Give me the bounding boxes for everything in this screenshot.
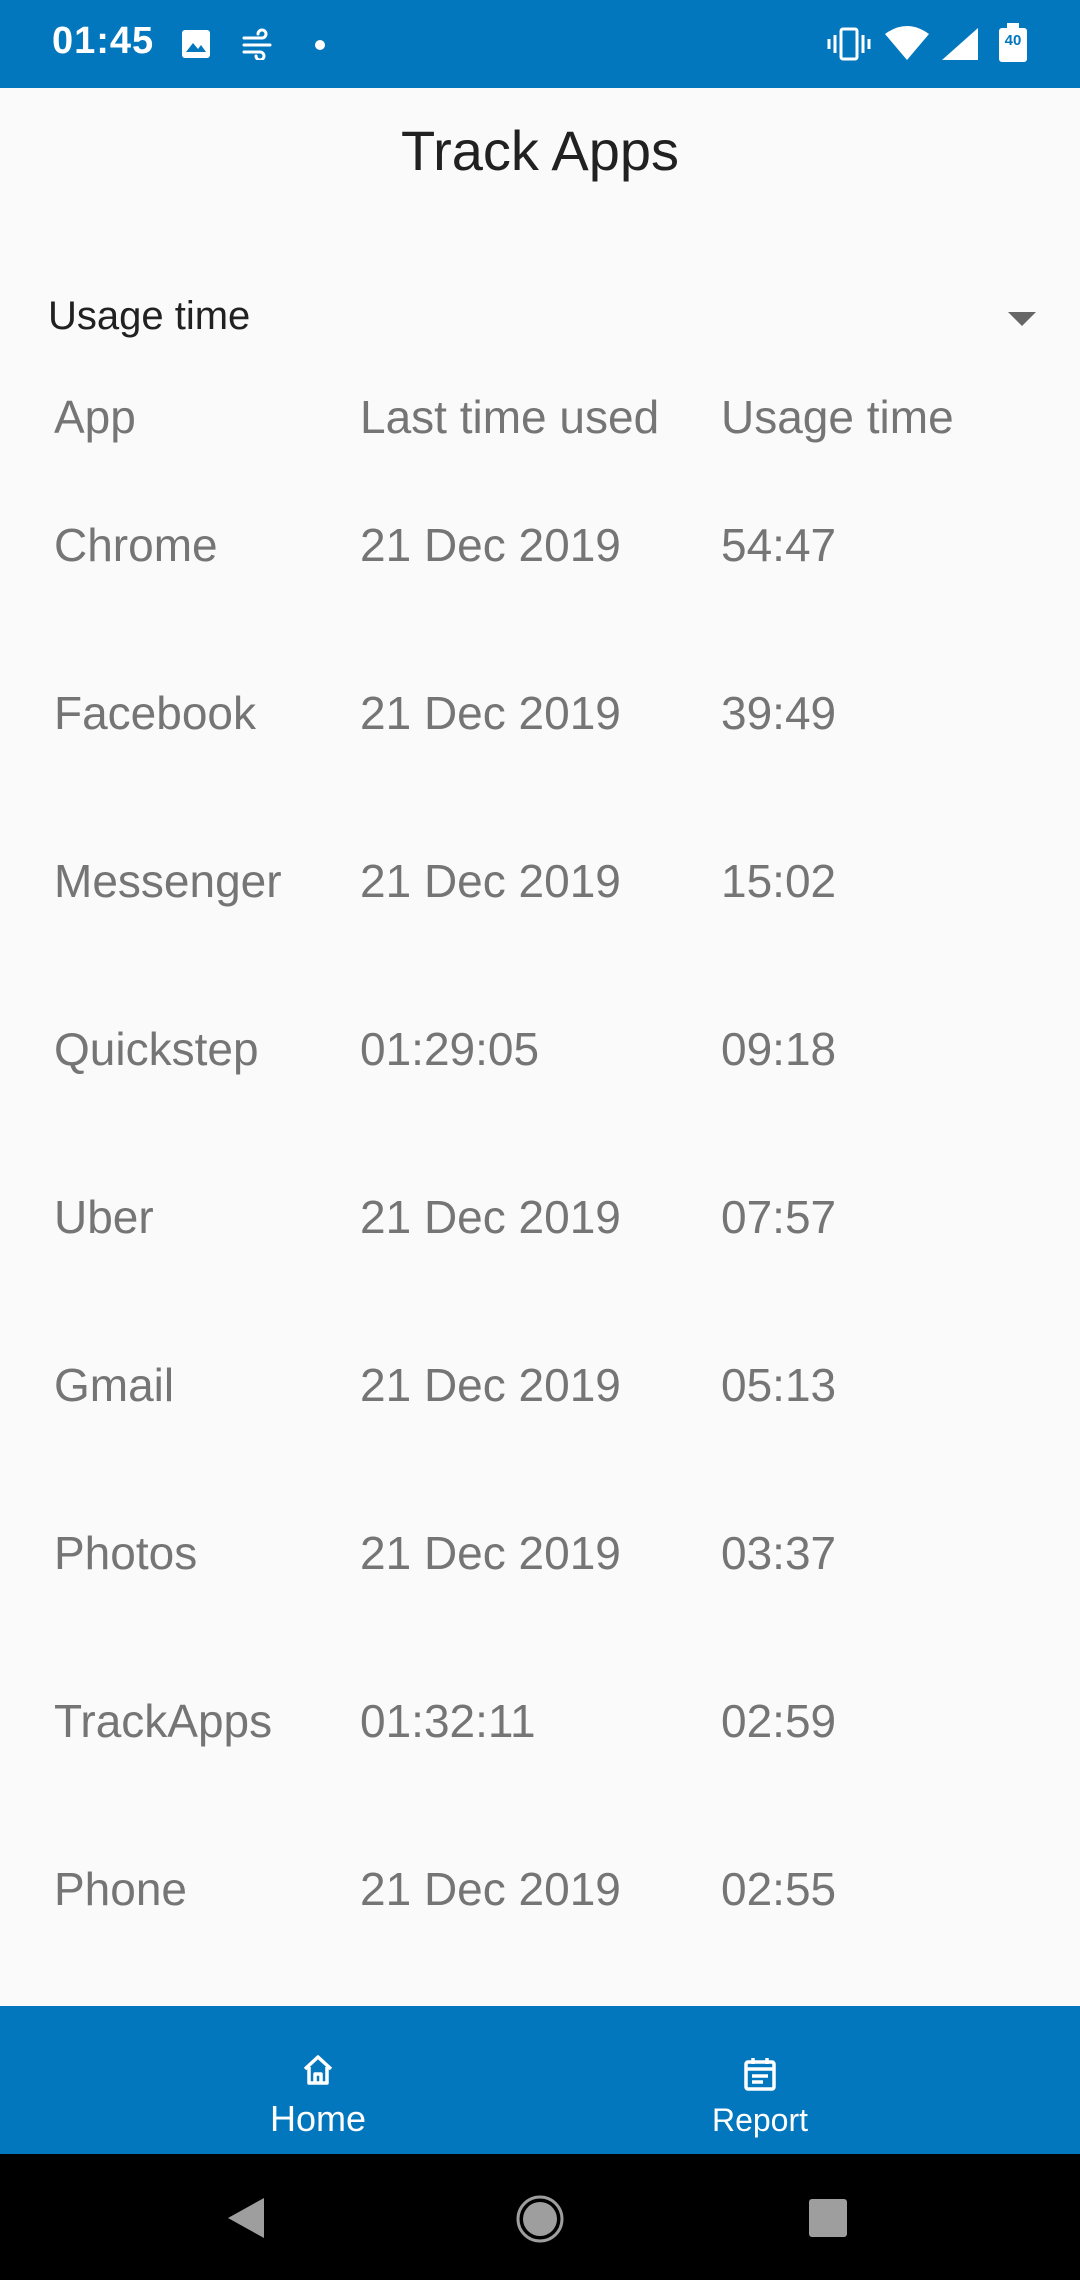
table-header: App Last time used Usage time [0,390,1080,450]
calendar-icon [742,2056,778,2092]
dot-icon [314,38,326,56]
last-used: 21 Dec 2019 [360,1359,621,1411]
home-button-icon[interactable] [515,2194,565,2249]
table-row[interactable]: Photos 21 Dec 2019 03:37 [0,1526,1080,1606]
table-row[interactable]: Messenger 21 Dec 2019 15:02 [0,854,1080,934]
table-row[interactable]: Quickstep 01:29:05 09:18 [0,1022,1080,1102]
column-header-last-used: Last time used [360,391,660,443]
bottom-navigation: Home Report [0,2006,1080,2154]
usage-time: 02:59 [721,1695,837,1747]
status-time: 01:45 [52,20,155,62]
last-used: 21 Dec 2019 [360,519,621,571]
nav-label-report: Report [711,2102,809,2138]
last-used: 21 Dec 2019 [360,1863,621,1915]
usage-time: 54:47 [721,519,837,571]
last-used: 01:32:11 [360,1695,536,1747]
last-used: 21 Dec 2019 [360,855,621,907]
table-row[interactable]: Facebook 21 Dec 2019 39:49 [0,686,1080,766]
app-name: Phone [54,1863,188,1915]
back-icon[interactable] [226,2196,266,2245]
app-name: Chrome [54,519,218,571]
usage-time: 07:57 [721,1191,837,1243]
table-row[interactable]: Uber 21 Dec 2019 07:57 [0,1190,1080,1270]
usage-time: 09:18 [721,1023,837,1075]
table-row[interactable]: TrackApps 01:32:11 02:59 [0,1694,1080,1774]
status-bar: 01:45 40 [0,0,1080,88]
vibrate-icon [826,26,872,67]
table-row[interactable]: Chrome 21 Dec 2019 54:47 [0,518,1080,598]
column-header-app: App [54,391,136,443]
last-used: 21 Dec 2019 [360,1191,621,1243]
usage-time: 02:55 [721,1863,837,1915]
column-header-usage: Usage time [721,391,954,443]
page-title: Track Apps [400,119,680,182]
nav-item-report[interactable]: Report [490,2006,1030,2154]
usage-time: 05:13 [721,1359,837,1411]
usage-time: 15:02 [721,855,837,907]
battery-icon: 40 [996,22,1030,69]
wifi-icon [884,26,930,67]
app-name: TrackApps [54,1695,273,1747]
wind-icon [240,28,276,65]
table-row[interactable]: Gmail 21 Dec 2019 05:13 [0,1358,1080,1438]
usage-time: 39:49 [721,687,837,739]
usage-time: 03:37 [721,1527,837,1579]
battery-level: 40 [1004,32,1022,49]
last-used: 01:29:05 [360,1023,540,1075]
sort-dropdown-value: Usage time [48,294,251,338]
system-navigation-bar [0,2154,1080,2280]
app-name: Uber [54,1191,154,1243]
home-icon [300,2052,336,2088]
table-row[interactable]: Phone 21 Dec 2019 02:55 [0,1862,1080,1942]
app-name: Quickstep [54,1023,259,1075]
recents-icon[interactable] [808,2198,848,2243]
last-used: 21 Dec 2019 [360,1527,621,1579]
dropdown-arrow-icon [1008,312,1036,326]
app-name: Messenger [54,855,282,907]
sort-dropdown[interactable]: Usage time [46,286,1036,356]
image-icon [180,28,212,65]
app-name: Facebook [54,687,257,739]
cell-signal-icon [940,26,980,67]
last-used: 21 Dec 2019 [360,687,621,739]
app-name: Photos [54,1527,198,1579]
app-name: Gmail [54,1359,175,1411]
